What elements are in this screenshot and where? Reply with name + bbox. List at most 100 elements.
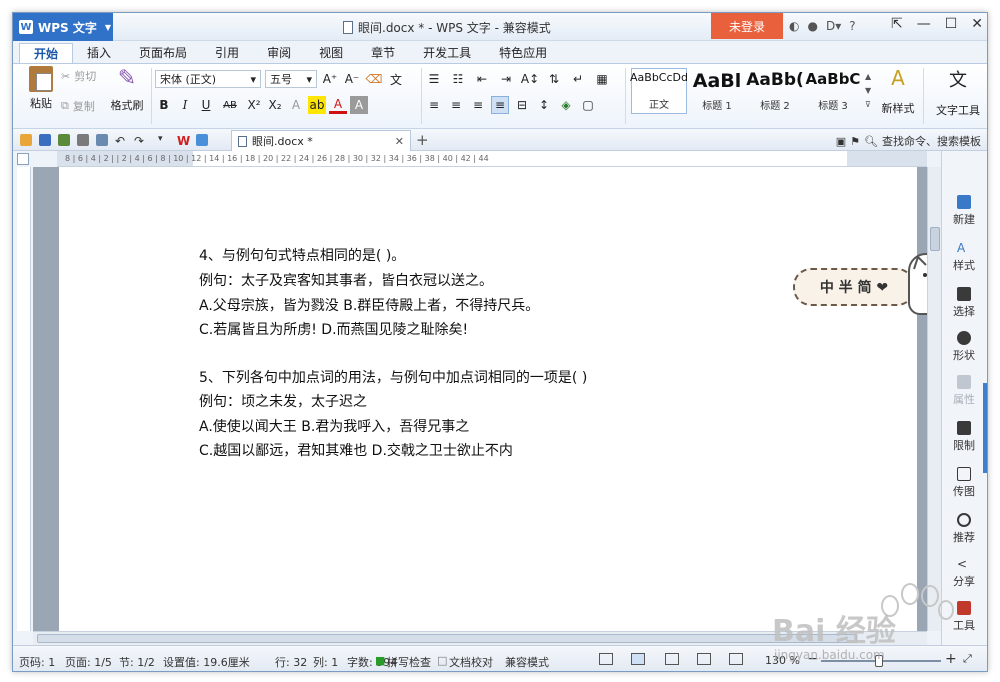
tab-home[interactable]: 开始 [19,43,74,63]
doc-line[interactable]: 例句：太子及宾客知其事者，皆白衣冠以送之。 [199,270,493,290]
shrink-font-icon[interactable]: A⁻ [343,70,361,88]
proofread-button[interactable]: 文档校对 [449,654,493,670]
close-button[interactable]: ✕ [971,16,983,32]
tab-review[interactable]: 审阅 [253,43,305,63]
pin-icon[interactable]: ▣ [836,135,846,148]
bullet-list-icon[interactable]: ☰ [425,70,443,88]
pane-style-button[interactable]: A 样式 [942,241,986,273]
doc-line[interactable]: C.若属皆且为所虏! D.而燕国见陵之耻除矣! [199,319,468,339]
flag-icon[interactable]: ⚑ [850,135,860,148]
customize-icon[interactable]: ▾ [158,134,170,146]
style-heading-2[interactable]: AaBb( 标题 2 [746,68,804,114]
open-icon[interactable] [20,133,32,146]
new-style-button[interactable]: A 新样式 [877,66,919,126]
justify-icon[interactable]: ≡ [491,96,509,114]
tab-view[interactable]: 视图 [305,43,357,63]
tab-page-layout[interactable]: 页面布局 [125,43,201,63]
doc-line[interactable]: 例句：顷之未发，太子迟之 [199,391,367,411]
horizontal-ruler[interactable]: 8 | 6 | 4 | 2 | | 2 | 4 | 6 | 8 | 10 | 1… [57,151,927,167]
task-pane-toggle[interactable] [983,383,987,473]
pane-restrict-button[interactable]: 限制 [942,421,986,453]
distribute-icon[interactable]: ⊟ [513,96,531,114]
outline-view-icon[interactable] [665,653,679,665]
minimize-button[interactable]: — [917,16,931,32]
document-tab[interactable]: 眼间.docx * ✕ [231,130,411,151]
page-view-icon[interactable] [631,653,645,665]
restore-icon[interactable]: ⇱ [891,16,903,32]
print-preview-icon[interactable] [96,133,108,146]
highlight-button[interactable]: ab [308,96,326,114]
save-icon[interactable] [39,133,51,146]
vertical-scrollbar[interactable] [927,167,941,631]
align-left-icon[interactable]: ≡ [425,96,443,114]
decrease-indent-icon[interactable]: ⇤ [473,70,491,88]
undo-icon[interactable]: ↶ [115,134,127,148]
char-shading-button[interactable]: A [350,96,368,114]
horizontal-scroll-thumb[interactable] [37,634,857,643]
skin-icon[interactable]: ◐ [789,19,799,33]
grow-font-icon[interactable]: A⁺ [321,70,339,88]
login-button[interactable]: 未登录 [711,13,783,39]
cut-button[interactable]: ✂ 剪切 [61,66,111,86]
vertical-ruler[interactable] [17,167,31,631]
strikethrough-button[interactable]: AB [218,96,242,114]
line-spacing-icon[interactable]: ↕ [535,96,553,114]
document-canvas[interactable]: 4、与例句句式特点相同的是( )。 例句：太子及宾客知其事者，皆白衣冠以送之。 … [33,167,927,631]
align-center-icon[interactable]: ≡ [447,96,465,114]
status-col[interactable]: 列: 1 [313,654,338,670]
font-name-select[interactable]: 宋体 (正文) ▾ [155,70,261,88]
superscript-button[interactable]: X² [245,96,263,114]
ruler-corner[interactable] [17,153,29,165]
pane-shape-button[interactable]: 形状 [942,331,986,363]
spell-check-button[interactable]: 拼写检查 [387,654,431,670]
borders-icon[interactable]: ▢ [579,96,597,114]
italic-button[interactable]: I [176,96,194,114]
doc-line[interactable]: A.使使以闻大王 B.君为我呼入，吾得兄事之 [199,416,469,436]
numbered-list-icon[interactable]: ☷ [449,70,467,88]
doc-line[interactable]: A.父母宗族，皆为戮没 B.群臣侍殿上者，不得持尺兵。 [199,295,539,315]
status-page[interactable]: 页码: 1 [19,654,55,670]
redo-icon[interactable]: ↷ [134,134,146,148]
save-as-icon[interactable] [58,133,70,146]
font-color-button[interactable]: A [329,96,347,114]
pane-recommend-button[interactable]: 推荐 [942,513,986,545]
maximize-button[interactable]: ☐ [945,16,958,32]
status-row[interactable]: 行: 32 [275,654,307,670]
app-menu-button[interactable]: W WPS 文字 ▼ [13,13,113,41]
doc-line[interactable]: C.越国以鄙远，君知其难也 D.交戟之卫士欲止不内 [199,440,513,460]
copy-button[interactable]: ⧉ 复制 [61,96,111,116]
style-heading-1[interactable]: AaBl 标题 1 [689,68,745,114]
print-icon[interactable] [77,133,89,146]
shading-icon[interactable]: ◈ [557,96,575,114]
format-painter-button[interactable]: ✎ 格式刷 [109,66,145,113]
align-right-icon[interactable]: ≡ [469,96,487,114]
subscript-button[interactable]: X₂ [266,96,284,114]
doc-line[interactable]: 5、下列各句中加点词的用法，与例句中加点词相同的一项是( ) [199,367,587,387]
sort-icon[interactable]: ⇅ [545,70,563,88]
pane-select-button[interactable]: 选择 [942,287,986,319]
show-marks-icon[interactable]: ↵ [569,70,587,88]
clear-format-icon[interactable]: ⌫ [365,70,383,88]
status-pages[interactable]: 页面: 1/5 [65,654,112,670]
tab-developer[interactable]: 开发工具 [409,43,485,63]
document-page[interactable]: 4、与例句句式特点相同的是( )。 例句：太子及宾客知其事者，皆白衣冠以送之。 … [59,167,917,631]
bold-button[interactable]: B [155,96,173,114]
full-screen-icon[interactable] [599,653,613,665]
wps-w-icon[interactable]: W [177,134,190,148]
table-icon[interactable]: ▦ [593,70,611,88]
tab-insert[interactable]: 插入 [73,43,125,63]
cloud-icon[interactable]: D▾ [826,19,841,33]
help-icon[interactable]: ? [849,19,855,33]
pane-upload-image-button[interactable]: 传图 [942,467,986,499]
tab-special[interactable]: 特色应用 [485,43,561,63]
phonetic-icon[interactable]: 文 [387,70,405,88]
text-tools-button[interactable]: 文 文字工具 [929,66,987,126]
text-effect-button[interactable]: A [287,96,305,114]
tab-references[interactable]: 引用 [201,43,253,63]
status-section[interactable]: 节: 1/2 [119,654,155,670]
text-direction-icon[interactable]: A↕ [521,70,539,88]
styles-scroll[interactable]: ▲ ▼ ⊽ [865,70,875,130]
settings-icon[interactable]: ● [807,19,817,33]
tab-chapter[interactable]: 章节 [357,43,409,63]
read-mode-icon[interactable] [729,653,743,665]
